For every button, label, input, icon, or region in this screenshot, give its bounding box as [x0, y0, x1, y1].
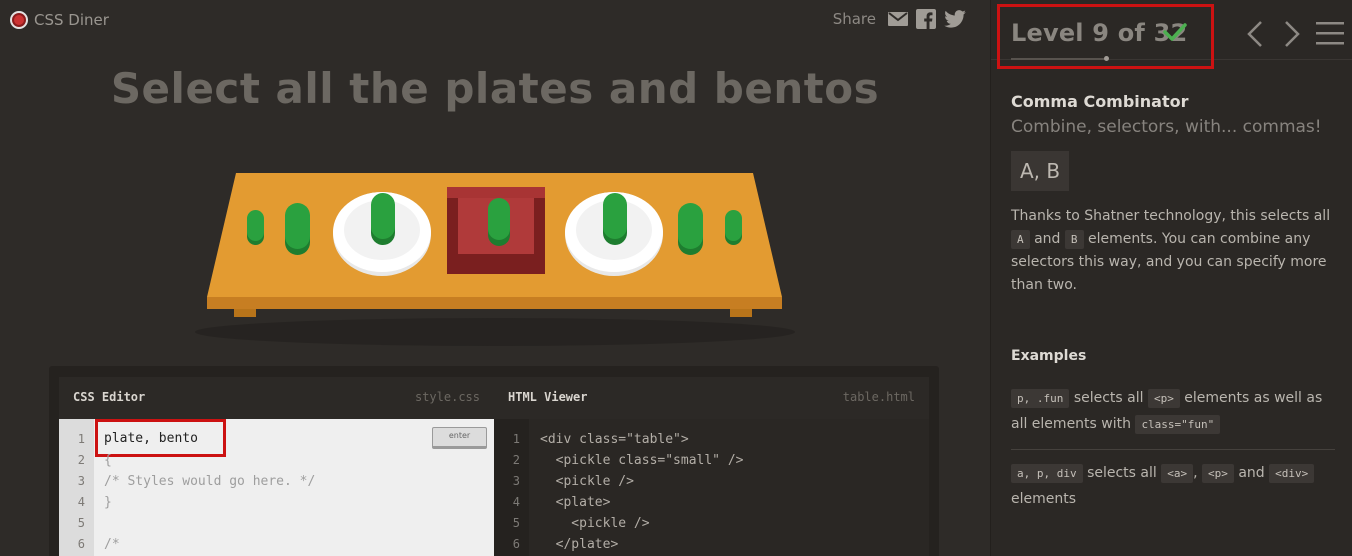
code-chip: <p>	[1202, 464, 1234, 483]
pickle[interactable]	[678, 203, 703, 255]
facebook-icon[interactable]	[916, 9, 936, 29]
line-number: 5	[77, 516, 85, 530]
editor: CSS Editor style.css 1 2 3 4 5 6 enter {…	[49, 366, 939, 556]
selector-summary: Combine, selectors, with... commas!	[1011, 117, 1322, 137]
plate[interactable]	[565, 192, 663, 276]
css-editor-header: CSS Editor style.css	[59, 377, 494, 419]
line-number: 6	[77, 537, 85, 551]
logo-text: CSS Diner	[34, 11, 109, 29]
twitter-icon[interactable]	[944, 10, 966, 28]
html-code-line[interactable]: </plate>	[540, 537, 619, 552]
html-code-line[interactable]: <pickle />	[540, 516, 649, 531]
share-bar: Share	[833, 9, 966, 29]
line-number: 1	[512, 432, 520, 446]
example-item: a, p, div selects all <a>, <p> and <div>…	[1011, 460, 1331, 512]
css-editor-body: 1 2 3 4 5 6 enter { /* Styles would go h…	[59, 419, 494, 556]
previous-level-icon[interactable]	[1246, 20, 1264, 48]
pickle-small[interactable]	[725, 210, 742, 245]
logo[interactable]: CSS Diner	[10, 11, 109, 29]
line-number: 6	[512, 537, 520, 551]
code-chip: a, p, div	[1011, 464, 1083, 483]
html-viewer-body: 1 2 3 4 5 6 <div class="table"> <pickle …	[494, 419, 929, 556]
html-code-line[interactable]: <plate>	[540, 495, 611, 510]
examples-heading: Examples	[1011, 348, 1087, 364]
example-text: selects all	[1073, 390, 1144, 406]
css-editor-pane: CSS Editor style.css 1 2 3 4 5 6 enter {…	[59, 377, 494, 556]
share-label: Share	[832, 10, 876, 28]
bento[interactable]	[447, 187, 545, 274]
selector-name: Comma Combinator	[1011, 92, 1189, 111]
line-number: 2	[512, 453, 520, 467]
html-viewer-pane: HTML Viewer table.html 1 2 3 4 5 6 <div …	[494, 377, 929, 556]
selector-explanation: Thanks to Shatner technology, this selec…	[1011, 205, 1341, 297]
example-text: and	[1238, 465, 1265, 481]
line-number: 3	[77, 474, 85, 488]
html-viewer-filename: table.html	[842, 390, 915, 404]
html-gutter: 1 2 3 4 5 6	[494, 419, 529, 556]
example-item: p, .fun selects all <p> elements as well…	[1011, 385, 1331, 437]
example-text: selects all	[1087, 465, 1157, 481]
css-code-line: /* Styles would go here. */	[104, 474, 316, 489]
code-chip: p, .fun	[1011, 389, 1070, 408]
level-sidebar: Level 9 of 32 Comma Combinator Combine, …	[990, 0, 1352, 556]
css-editor-title: CSS Editor	[73, 390, 146, 404]
pickle[interactable]	[285, 203, 310, 255]
code-chip: class="fun"	[1135, 415, 1221, 434]
css-code-line: }	[104, 495, 112, 510]
html-viewer-header: HTML Viewer table.html	[494, 377, 929, 419]
logo-dot-icon	[10, 11, 28, 29]
css-code-line: {	[104, 453, 112, 468]
line-number: 5	[512, 516, 520, 530]
code-chip: B	[1064, 230, 1084, 249]
code-chip: <div>	[1269, 464, 1315, 483]
line-number: 4	[512, 495, 520, 509]
example-text: ,	[1193, 465, 1198, 481]
line-number: 4	[77, 495, 85, 509]
table-edge	[207, 297, 782, 309]
top-bar: CSS Diner Share	[0, 0, 990, 40]
html-code-line[interactable]: <div class="table">	[540, 432, 689, 447]
css-editor-filename: style.css	[414, 390, 480, 404]
line-number: 3	[512, 474, 520, 488]
code-chip: <a>	[1161, 464, 1194, 483]
menu-icon[interactable]	[1316, 20, 1344, 46]
mail-icon[interactable]	[888, 11, 908, 27]
level-header: Level 9 of 32	[991, 0, 1352, 69]
line-number: 1	[77, 432, 85, 446]
code-chip: <p>	[1147, 389, 1180, 408]
level-description: Comma Combinator Combine, selectors, wit…	[1011, 92, 1341, 297]
pickle[interactable]	[371, 193, 395, 245]
description-text: Thanks to Shatner technology, this selec…	[1011, 208, 1331, 224]
css-code-line: /*	[104, 537, 120, 552]
pickle[interactable]	[603, 193, 627, 245]
code-chip: A	[1011, 230, 1030, 249]
html-code-line[interactable]: <pickle class="small" />	[540, 453, 744, 468]
input-highlight-box	[95, 419, 226, 457]
pickle-small[interactable]	[247, 210, 264, 245]
example-text: elements	[1011, 491, 1077, 507]
level-instruction: Select all the plates and bentos	[110, 64, 880, 113]
app-root: CSS Diner Share Select all the plates an…	[0, 0, 1352, 556]
html-code-line[interactable]: <pickle />	[540, 474, 634, 489]
css-gutter: 1 2 3 4 5 6	[59, 419, 94, 556]
pickle[interactable]	[488, 198, 510, 246]
line-number: 2	[77, 453, 85, 467]
table-scene	[190, 160, 800, 360]
description-text: and	[1034, 231, 1061, 247]
selector-syntax: A, B	[1011, 151, 1070, 191]
next-level-icon[interactable]	[1283, 20, 1301, 48]
plate[interactable]	[333, 192, 431, 276]
html-viewer-title: HTML Viewer	[508, 390, 588, 404]
example-divider	[1011, 449, 1335, 450]
enter-button[interactable]: enter	[432, 427, 487, 449]
level-highlight-box	[997, 4, 1214, 69]
